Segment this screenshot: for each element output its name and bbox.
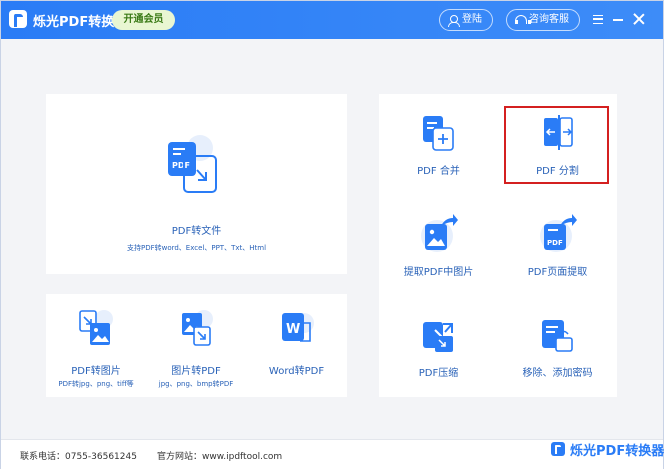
image-tools-panel: PDF转图片 PDF转jpg、png、tiff等 图片转PDF jpg、png、… [46,294,347,397]
pdf-to-image-sub: PDF转jpg、png、tiff等 [58,380,134,388]
extract-images-label: 提取PDF中图片 [403,267,474,278]
page-extract-tool[interactable]: PDF PDF页面提取 [498,195,617,296]
svg-text:PDF: PDF [547,239,563,247]
pdf-to-file-sub: 支持PDF转word、Excel、PPT、Txt、Html [126,244,267,252]
vip-button[interactable]: 开通会员 [112,10,175,30]
lock-icon [542,320,573,352]
footer: 联系电话：0755-36561245 官方网站：www.ipdftool.com… [1,439,664,469]
support-button[interactable]: 咨询客服 [506,9,580,31]
pdf-to-file-tool[interactable]: PDF PDF转文件 支持PDF转word、Excel、PPT、Txt、Html [46,94,347,274]
person-icon [448,15,460,27]
login-label: 登陆 [462,14,482,25]
image-to-pdf-icon [182,310,213,346]
page-extract-icon: PDF [540,214,577,252]
pdf-convert-icon: PDF [168,135,217,193]
word-to-pdf-label: Word转PDF [268,366,325,377]
official-website[interactable]: 官方网站：www.ipdftool.com [157,449,282,462]
extract-image-icon [421,214,458,252]
app-logo-icon [9,10,27,28]
pdf-to-image-icon [79,310,113,345]
highlight-box [504,106,609,184]
footer-brand: 烁光PDF转换器 [570,444,664,459]
app-window: 烁光PDF转换器 开通会员 登陆 咨询客服 PDF PDF转文件 支持PDF转w… [0,0,664,469]
pdf-to-image-label: PDF转图片 [71,366,121,377]
pdf-compress-label: PDF压缩 [418,368,459,379]
word-to-pdf-tool[interactable]: W Word转PDF [246,294,347,397]
password-label: 移除、添加密码 [522,368,593,379]
svg-text:W: W [286,322,300,337]
main-tool-panel: PDF PDF转文件 支持PDF转word、Excel、PPT、Txt、Html [46,94,347,274]
password-tool[interactable]: 移除、添加密码 [498,296,617,397]
pdf-to-file-label: PDF转文件 [171,226,222,237]
merge-icon [423,116,454,151]
contact-phone: 联系电话：0755-36561245 [20,452,137,462]
image-to-pdf-sub: jpg、png、bmp转PDF [158,380,234,388]
pdf-merge-tool[interactable]: PDF 合并 [379,94,498,195]
word-icon: W [282,313,314,342]
menu-icon[interactable] [593,15,603,24]
svg-text:PDF: PDF [172,161,190,170]
image-to-pdf-tool[interactable]: 图片转PDF jpg、png、bmp转PDF [146,294,246,397]
login-button[interactable]: 登陆 [439,9,493,31]
pdf-to-image-tool[interactable]: PDF转图片 PDF转jpg、png、tiff等 [46,294,146,397]
image-to-pdf-label: 图片转PDF [171,366,221,377]
minimize-icon[interactable] [613,19,623,21]
footer-logo-icon [551,442,565,456]
pdf-merge-label: PDF 合并 [417,166,460,177]
headset-icon [515,15,531,25]
extract-images-tool[interactable]: 提取PDF中图片 [379,195,498,296]
compress-icon [423,322,453,352]
title-bar: 烁光PDF转换器 开通会员 登陆 咨询客服 [1,1,663,39]
page-extract-label: PDF页面提取 [527,267,588,278]
support-label: 咨询客服 [529,14,569,25]
close-icon[interactable] [633,13,645,25]
pdf-compress-tool[interactable]: PDF压缩 [379,296,498,397]
